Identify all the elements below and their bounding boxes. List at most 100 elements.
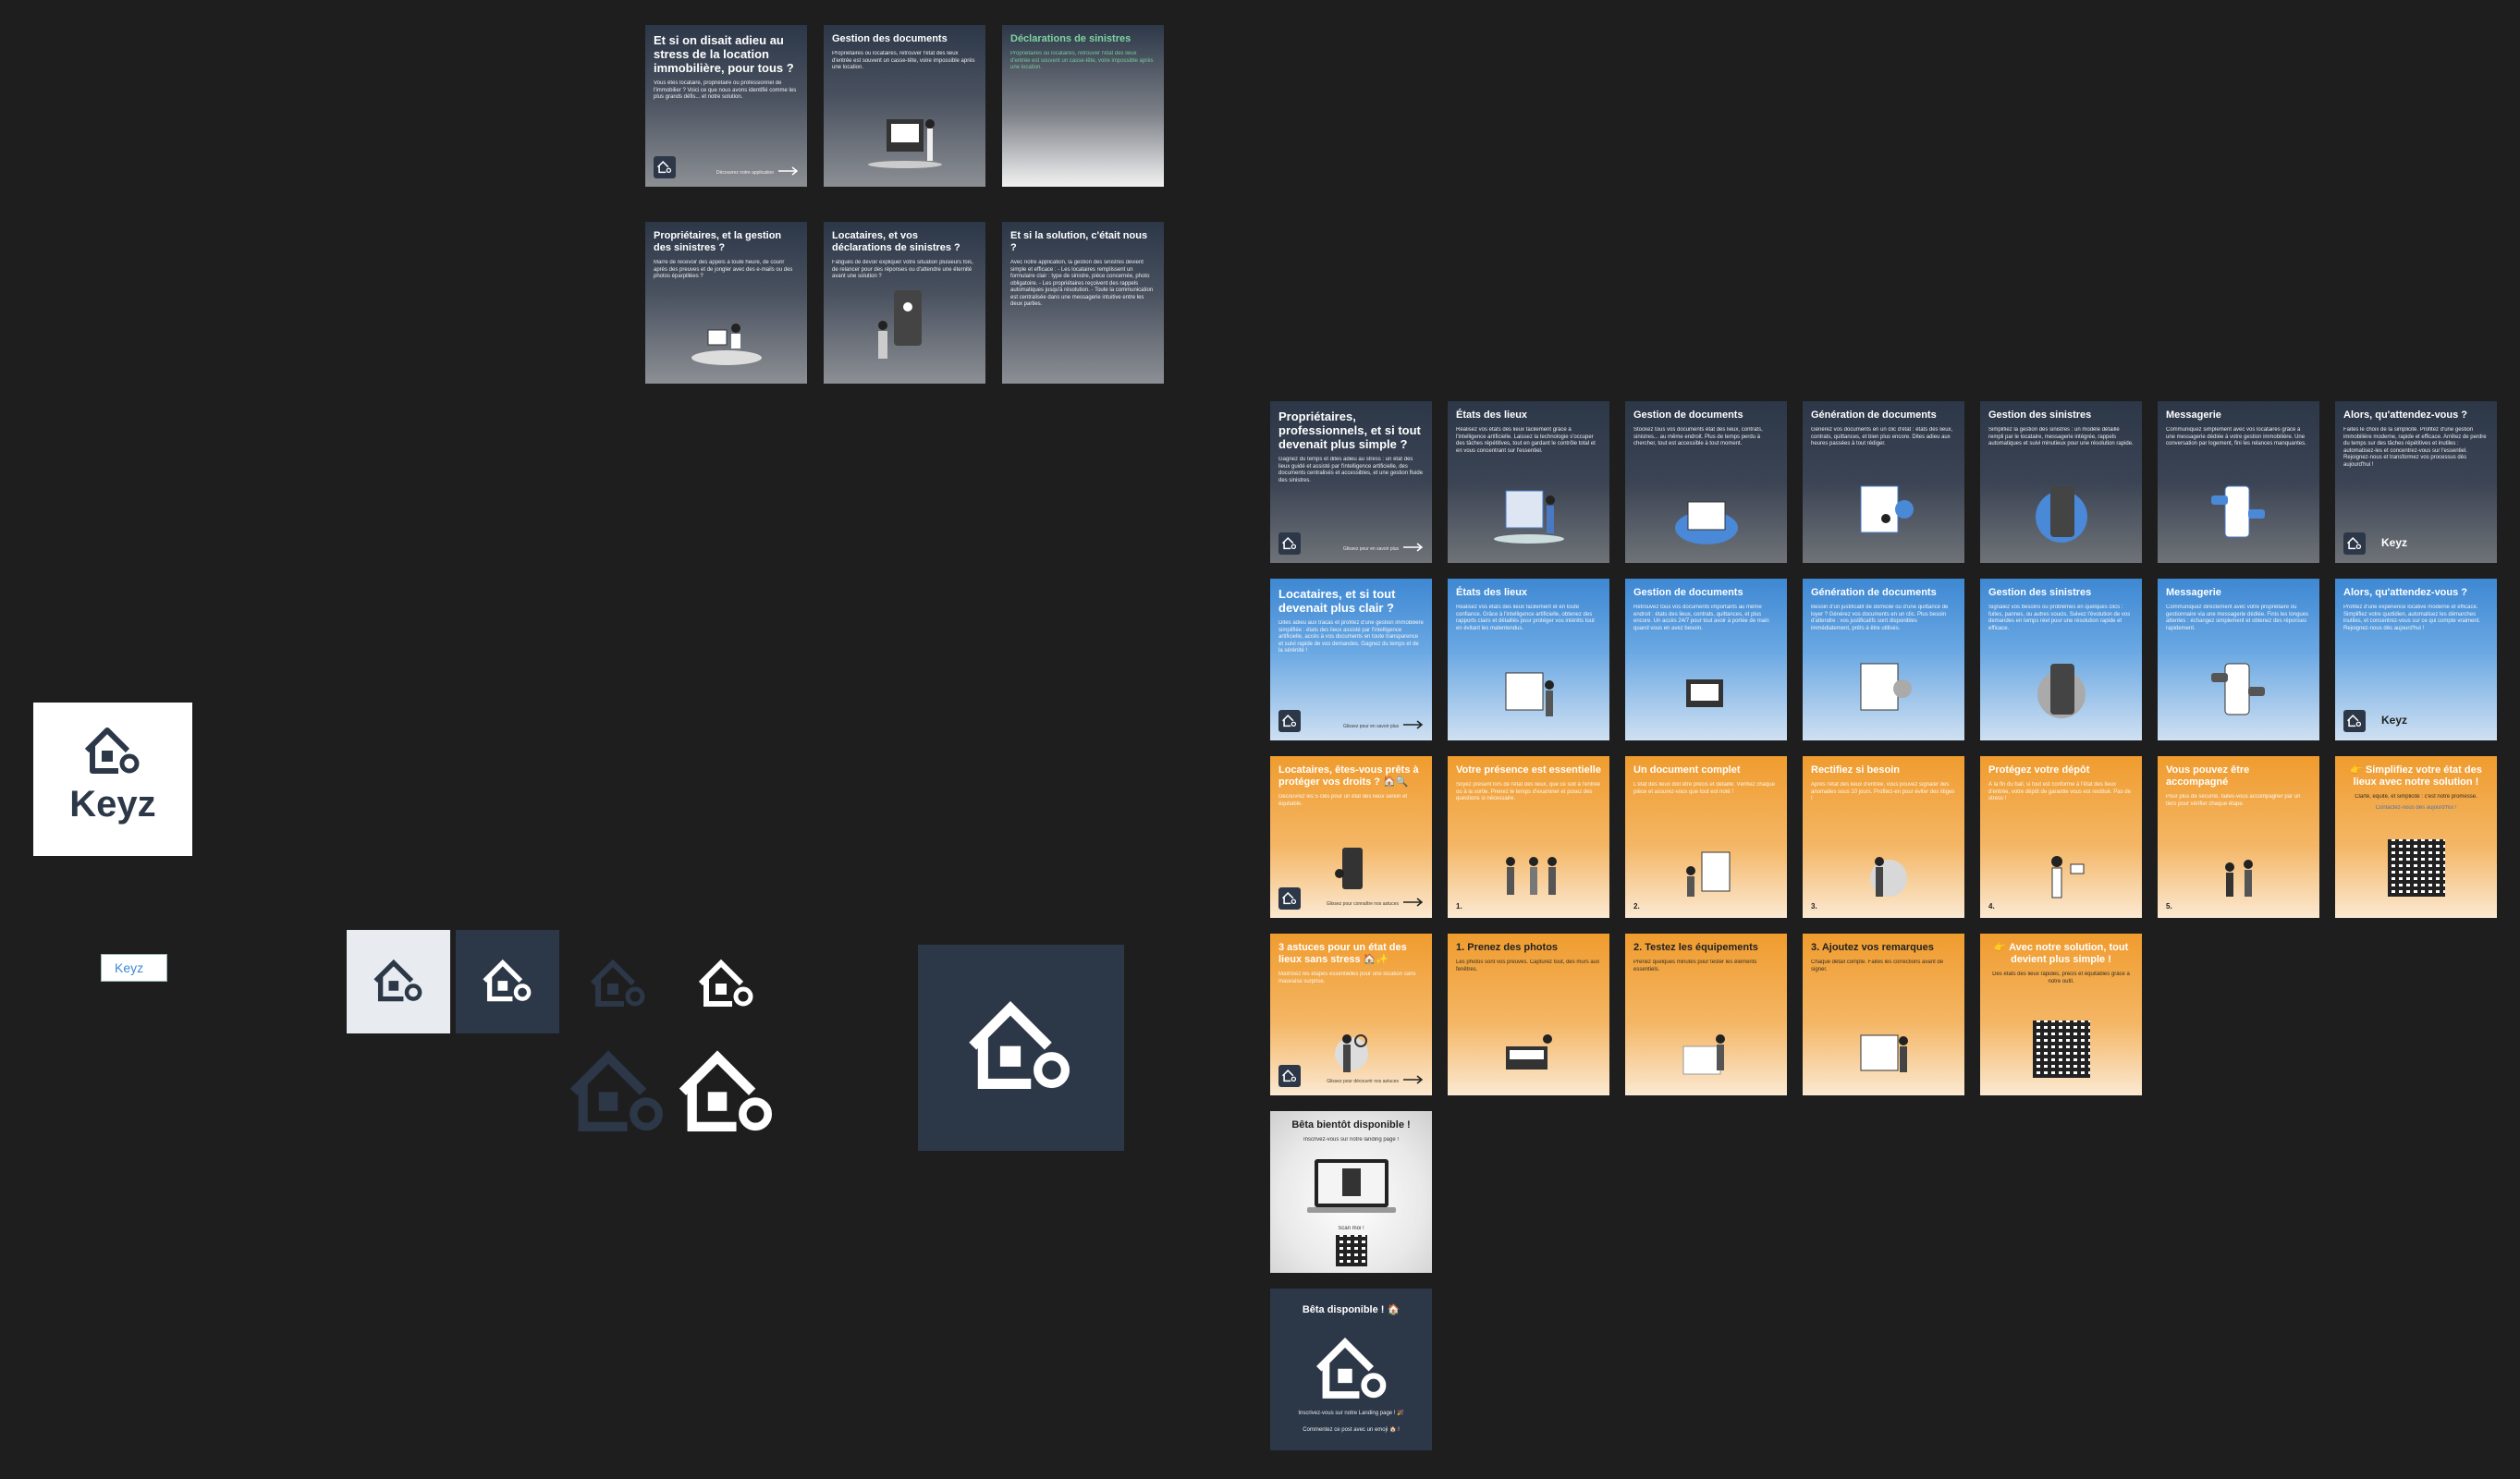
camera-bed-illustration: [1505, 1034, 1552, 1070]
orange-card-6[interactable]: 👉 Simplifiez votre état des lieux avec n…: [2335, 756, 2497, 918]
document-generation-illustration: [1860, 485, 1914, 533]
blue-card-6[interactable]: Alors, qu'attendez-vous ? Profitez d'une…: [2335, 579, 2497, 740]
card-cta: Glissez pour en savoir plus: [1342, 546, 1399, 552]
card-title: Messagerie: [2166, 587, 2221, 598]
card-title: Locataires, et vos déclarations de sinis…: [832, 230, 960, 253]
dark-card-6[interactable]: Alors, qu'attendez-vous ? Faites le choi…: [2335, 401, 2497, 563]
orange-card-1[interactable]: Votre présence est essentielle Soyez pré…: [1448, 756, 1609, 918]
dark-card-2[interactable]: Gestion de documents Stockez tous vos do…: [1625, 401, 1787, 563]
orange-card-4[interactable]: Protégez votre dépôt À la fin du bail, s…: [1980, 756, 2142, 918]
blue-card-0[interactable]: Locataires, et si tout devenait plus cla…: [1270, 579, 1432, 740]
orange2-card-0[interactable]: 3 astuces pour un état des lieux sans st…: [1270, 934, 1432, 1095]
card-cta[interactable]: Contactez-nous dès aujourd'hui !: [2343, 805, 2489, 813]
blue-card-5[interactable]: Messagerie Communiquez directement avec …: [2158, 579, 2319, 740]
house-key-icon-white-large: [679, 1050, 773, 1132]
blue-card-2[interactable]: Gestion de documents Retrouvez tous vos …: [1625, 579, 1787, 740]
logo-badge: [654, 156, 676, 178]
arrow-right-icon[interactable]: [1403, 1075, 1424, 1084]
card-title: États des lieux: [1456, 409, 1528, 421]
card-title: Locataires, êtes-vous prêts à protéger v…: [1278, 764, 1419, 788]
arrow-right-icon[interactable]: [1403, 898, 1424, 907]
card-title: 👉 Simplifiez votre état des lieux avec n…: [2350, 764, 2482, 788]
card-title: Alors, qu'attendez-vous ?: [2343, 587, 2468, 598]
card-cta: Glissez pour découvrir nos astuces: [1327, 1079, 1399, 1084]
card-title: Vous pouvez être accompagné: [2166, 764, 2250, 788]
step-number: 5.: [2166, 902, 2172, 911]
top-card-claims[interactable]: Déclarations de sinistres Propriétaires …: [1002, 25, 1164, 187]
card-text: Faites le choix de la simplicité. Profit…: [2343, 427, 2487, 468]
orange-card-5[interactable]: Vous pouvez être accompagné Pour plus de…: [2158, 756, 2319, 918]
arrow-right-icon[interactable]: [778, 166, 799, 176]
top-card-intro[interactable]: Et si on disait adieu au stress de la lo…: [645, 25, 807, 187]
blue-card-4[interactable]: Gestion des sinistres Signalez vos besoi…: [1980, 579, 2142, 740]
icon-tile-dark[interactable]: [456, 930, 559, 1033]
dark-card-0[interactable]: Propriétaires, professionnels, et si tou…: [1270, 401, 1432, 563]
phone-illustration: [877, 290, 922, 359]
orange-card-0[interactable]: Locataires, êtes-vous prêts à protéger v…: [1270, 756, 1432, 918]
orange-card-2[interactable]: Un document complet L'état des lieux doi…: [1625, 756, 1787, 918]
card-text: Marre de recevoir des appels à toute heu…: [654, 260, 793, 279]
logo-badge: [1278, 887, 1301, 910]
phone-illustration: [2035, 486, 2087, 543]
document-generation-illustration: [1860, 663, 1912, 711]
arrow-right-icon[interactable]: [1403, 720, 1424, 729]
card-title: Propriétaires, professionnels, et si tou…: [1278, 409, 1421, 451]
step-number: 2.: [1633, 902, 1640, 911]
brand-label: Keyz: [2381, 714, 2408, 727]
app-icon-large[interactable]: [918, 945, 1124, 1151]
card-title: Messagerie: [2166, 409, 2221, 421]
house-key-icon-navy-small: [590, 959, 645, 1007]
arrow-right-icon[interactable]: [1403, 543, 1424, 552]
logo-badge: [1278, 710, 1301, 732]
orange2-card-2[interactable]: 2. Testez les équipements Prenez quelque…: [1625, 934, 1787, 1095]
beta-soon-card[interactable]: Bêta bientôt disponible ! Inscrivez-vous…: [1270, 1111, 1432, 1273]
keyz-small-badge[interactable]: Keyz: [101, 954, 167, 982]
house-key-icon: [656, 160, 672, 174]
orange2-card-4[interactable]: 👉 Avec notre solution, tout devient plus…: [1980, 934, 2142, 1095]
dark-card-5[interactable]: Messagerie Communiquez simplement avec v…: [2158, 401, 2319, 563]
dark-card-1[interactable]: États des lieux Réalisez vos états des l…: [1448, 401, 1609, 563]
house-key-icon: [84, 727, 140, 774]
blue-card-3[interactable]: Génération de documents Besoin d'un just…: [1803, 579, 1964, 740]
orange2-card-3[interactable]: 3. Ajoutez vos remarques Chaque détail c…: [1803, 934, 1964, 1095]
orange2-card-1[interactable]: 1. Prenez des photos Les photos sont vos…: [1448, 934, 1609, 1095]
card-text: Simplifiez la gestion des sinistres : un…: [1988, 427, 2134, 446]
keyz-logo-card[interactable]: Keyz: [33, 703, 192, 856]
house-key-icon: [1281, 891, 1297, 905]
icon-tile-light[interactable]: [347, 930, 450, 1033]
card-text: Stockez tous vos documents état des lieu…: [1633, 427, 1763, 446]
top-card-tenants-claims[interactable]: Locataires, et vos déclarations de sinis…: [824, 222, 985, 384]
qr-code[interactable]: [1335, 1235, 1367, 1266]
top-card-owners-claims[interactable]: Propriétaires, et la gestion des sinistr…: [645, 222, 807, 384]
card-text: Les photos sont vos preuves. Capturez to…: [1456, 960, 1600, 972]
card-cta: Découvrez notre application: [716, 170, 774, 176]
equipment-illustration: [1682, 1034, 1725, 1075]
blue-card-1[interactable]: États des lieux Réalisez vos états des l…: [1448, 579, 1609, 740]
remarks-illustration: [1860, 1034, 1908, 1072]
phone-illustration: [2037, 664, 2086, 718]
top-card-solution[interactable]: Et si la solution, c'était nous ? Avec n…: [1002, 222, 1164, 384]
messaging-illustration: [2210, 485, 2265, 538]
card-text: Découvrez les 5 clés pour un état des li…: [1278, 794, 1408, 807]
keyz-small-label: Keyz: [115, 960, 144, 975]
top-card-documents[interactable]: Gestion des documents Propriétaires ou l…: [824, 25, 985, 187]
dark-card-4[interactable]: Gestion des sinistres Simplifiez la gest…: [1980, 401, 2142, 563]
house-key-icon: [1281, 1069, 1297, 1082]
inspection-illustration: [1505, 672, 1554, 716]
qr-code[interactable]: [2387, 839, 2445, 897]
card-title: 3 astuces pour un état des lieux sans st…: [1278, 942, 1407, 965]
card-text: Besoin d'un justificatif de domicile ou …: [1811, 605, 1949, 631]
dark-card-3[interactable]: Génération de documents Générez vos docu…: [1803, 401, 1964, 563]
card-text: Prenez quelques minutes pour tester les …: [1633, 960, 1757, 972]
beta-now-card[interactable]: Bêta disponible ! 🏠 Inscrivez-vous sur n…: [1270, 1289, 1432, 1450]
qr-code[interactable]: [2032, 1021, 2090, 1078]
card-text: L'état des lieux doit être précis et dét…: [1633, 782, 1775, 795]
messaging-illustration: [2210, 663, 2265, 715]
card-text: Pour plus de sécurité, faites-vous accom…: [2166, 794, 2301, 807]
keyz-wordmark: Keyz: [69, 784, 156, 825]
step-number: 1.: [1456, 902, 1462, 911]
orange-card-3[interactable]: Rectifiez si besoin Après l'état des lie…: [1803, 756, 1964, 918]
card-text: Fatigués de devoir expliquer votre situa…: [832, 260, 973, 279]
team-illustration: [2224, 860, 2253, 897]
key-person-illustration: [1334, 1034, 1368, 1072]
